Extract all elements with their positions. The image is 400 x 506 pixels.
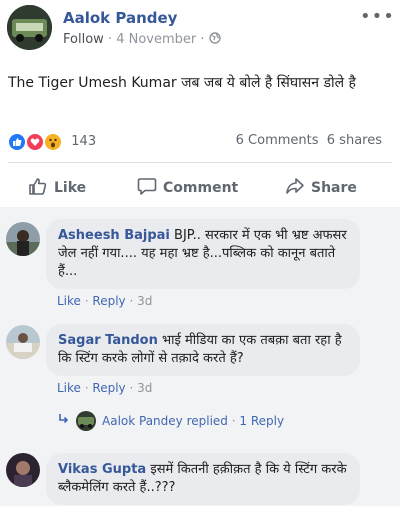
like-label: Like — [54, 180, 87, 196]
post-author-avatar[interactable] — [7, 5, 52, 50]
globe-icon — [208, 32, 221, 47]
more-options-icon[interactable]: ••• — [360, 6, 395, 27]
post-author-name[interactable]: Aalok Pandey — [63, 9, 177, 27]
reply-count: 1 Reply — [239, 414, 285, 428]
meta-separator: · — [103, 32, 117, 47]
share-label: Share — [311, 180, 357, 196]
reply-separator: · — [227, 414, 240, 428]
comment-label: Comment — [163, 180, 239, 196]
follow-link[interactable]: Follow — [63, 32, 104, 47]
comment-time[interactable]: 3d — [137, 381, 152, 395]
share-button[interactable]: Share — [285, 176, 357, 200]
share-arrow-icon — [285, 176, 305, 200]
commenter-avatar[interactable] — [6, 453, 40, 487]
comment-actions: Like · Reply · 3d — [57, 294, 152, 308]
comment-like-link[interactable]: Like — [57, 294, 81, 308]
reaction-count: 143 — [71, 134, 97, 149]
meta-separator-2: · — [196, 32, 209, 47]
comment-time[interactable]: 3d — [137, 294, 152, 308]
shares-count[interactable]: 6 shares — [327, 133, 382, 148]
replied-by-text: Aalok Pandey replied — [102, 414, 228, 428]
comment-like-link[interactable]: Like — [57, 381, 81, 395]
comments-count[interactable]: 6 Comments — [236, 133, 319, 148]
reply-arrow-icon — [58, 413, 70, 429]
replier-avatar — [76, 411, 96, 431]
commenter-name[interactable]: Sagar Tandon — [58, 333, 158, 348]
action-separator: · — [80, 294, 93, 308]
comment-reply-link[interactable]: Reply — [92, 381, 125, 395]
action-separator: · — [80, 381, 93, 395]
commenter-avatar[interactable] — [6, 325, 40, 359]
comment-bubble: Asheesh Bajpai BJP.. सरकार में एक भी भ्र… — [46, 219, 360, 289]
comment-actions: Like · Reply · 3d — [57, 381, 152, 395]
divider — [8, 162, 392, 163]
comment-reply-link[interactable]: Reply — [92, 294, 125, 308]
post-stats: 6 Comments 6 shares — [236, 133, 382, 148]
action-separator: · — [125, 381, 138, 395]
comment-icon — [137, 176, 157, 200]
action-separator: · — [125, 294, 138, 308]
thumbs-up-icon — [28, 176, 48, 200]
post-date[interactable]: 4 November — [116, 32, 196, 47]
post-meta: Follow · 4 November · — [63, 32, 221, 47]
wow-reaction-icon — [44, 132, 63, 151]
commenter-name[interactable]: Vikas Gupta — [58, 462, 146, 477]
commenter-avatar[interactable] — [6, 222, 40, 256]
comment-bubble: Vikas Gupta इसमें कितनी हक़ीक़त है कि ये… — [46, 453, 360, 505]
reactions-summary[interactable]: 143 — [8, 131, 96, 151]
love-reaction-icon — [26, 132, 45, 151]
commenter-name[interactable]: Asheesh Bajpai — [58, 228, 170, 243]
comment-button[interactable]: Comment — [137, 176, 238, 200]
comment-bubble: Sagar Tandon भाई मीडिया का एक तबक़ा बता … — [46, 324, 360, 376]
post-text: The Tiger Umesh Kumar जब जब ये बोले है स… — [8, 75, 356, 91]
view-replies-link[interactable]: Aalok Pandey replied · 1 Reply — [58, 411, 284, 431]
like-button[interactable]: Like — [28, 176, 86, 200]
like-reaction-icon — [8, 132, 26, 151]
